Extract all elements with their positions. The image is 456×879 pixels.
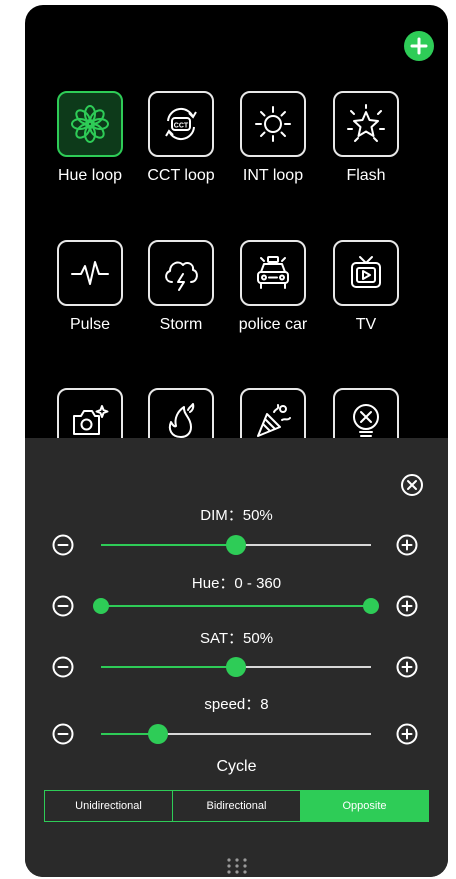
dim-slider-thumb[interactable] — [226, 535, 246, 555]
sat-slider-thumb[interactable] — [226, 657, 246, 677]
hue-slider-start-thumb[interactable] — [93, 598, 109, 614]
hue-range-slider[interactable] — [93, 598, 379, 614]
effect-flash[interactable]: Flash — [321, 91, 411, 185]
hue-slider-fill — [101, 605, 371, 607]
plus-circle-icon — [396, 595, 418, 617]
sun-icon — [255, 106, 291, 142]
effect-label: police car — [238, 316, 308, 333]
heartbeat-icon — [71, 261, 109, 285]
effect-tile[interactable]: CCT — [148, 91, 214, 157]
effect-label: Flash — [346, 167, 386, 184]
cycle-option-opposite[interactable]: Opposite — [301, 791, 428, 821]
hue-slider-label: Hue：0 - 360 — [191, 575, 282, 592]
cycle-option-bidirectional[interactable]: Bidirectional — [173, 791, 301, 821]
effect-label: Pulse — [69, 316, 111, 333]
fire-icon — [168, 403, 195, 438]
effect-settings-panel: DIM：50% Hue：0 - 360 SAT：50% speed：8 Cycl… — [25, 438, 448, 877]
broken-bulb-icon — [353, 404, 379, 437]
effect-storm[interactable]: Storm — [136, 240, 226, 334]
minus-circle-icon — [52, 656, 74, 678]
hue-slider-end-thumb[interactable] — [363, 598, 379, 614]
effect-tile[interactable] — [57, 240, 123, 306]
effect-tile[interactable] — [333, 240, 399, 306]
party-popper-icon — [257, 404, 291, 437]
storm-cloud-icon — [165, 261, 198, 291]
sparkle-star-icon — [347, 104, 385, 142]
effect-tile[interactable] — [240, 240, 306, 306]
effect-label: Hue loop — [57, 167, 123, 184]
dim-decrease-button[interactable] — [52, 534, 74, 556]
effect-label: INT loop — [242, 167, 304, 184]
sat-increase-button[interactable] — [396, 656, 418, 678]
dim-slider[interactable] — [101, 535, 371, 555]
effect-police-car[interactable]: police car — [228, 240, 318, 334]
dots-grip-icon — [227, 858, 247, 874]
dim-increase-button[interactable] — [396, 534, 418, 556]
cct-cycle-icon: CCT — [165, 107, 197, 141]
effect-tv[interactable]: TV — [321, 240, 411, 334]
effect-tile[interactable] — [148, 240, 214, 306]
dim-slider-label: DIM：50% — [200, 507, 273, 524]
speed-slider-label: speed：8 — [204, 696, 269, 713]
effect-tile[interactable] — [57, 91, 123, 157]
speed-slider-thumb[interactable] — [147, 724, 168, 744]
effect-hue-loop[interactable]: Hue loop — [45, 91, 135, 185]
minus-circle-icon — [52, 534, 74, 556]
plus-circle-icon — [396, 723, 418, 745]
close-panel-button[interactable] — [400, 473, 424, 497]
svg-text:CCT: CCT — [174, 123, 189, 130]
hue-decrease-button[interactable] — [52, 595, 74, 617]
cycle-title: Cycle — [216, 758, 257, 775]
app-screen: Hue loop CCT CCT loop INT loop Flash Pul… — [25, 5, 448, 877]
effect-label: CCT loop — [147, 167, 215, 184]
effect-label: TV — [355, 316, 377, 333]
effect-int-loop[interactable]: INT loop — [228, 91, 318, 185]
sat-slider-label: SAT：50% — [199, 630, 274, 647]
add-effect-button[interactable] — [404, 31, 434, 61]
dim-slider-fill — [101, 544, 236, 546]
close-circle-icon — [401, 474, 423, 496]
plus-circle-icon — [396, 656, 418, 678]
cycle-option-unidirectional[interactable]: Unidirectional — [45, 791, 173, 821]
hue-increase-button[interactable] — [396, 595, 418, 617]
police-car-icon — [257, 256, 289, 289]
sat-slider-fill — [101, 666, 236, 668]
tv-icon — [351, 256, 381, 288]
minus-circle-icon — [52, 595, 74, 617]
effect-tile[interactable] — [240, 91, 306, 157]
minus-circle-icon — [52, 723, 74, 745]
sat-slider[interactable] — [101, 657, 371, 677]
speed-increase-button[interactable] — [396, 723, 418, 745]
flower-icon — [71, 105, 109, 143]
speed-decrease-button[interactable] — [52, 723, 74, 745]
effect-tile[interactable] — [333, 91, 399, 157]
effect-cct-loop[interactable]: CCT CCT loop — [136, 91, 226, 185]
effect-pulse[interactable]: Pulse — [45, 240, 135, 334]
speed-slider[interactable] — [101, 724, 371, 744]
plus-icon — [410, 37, 428, 55]
effect-label: Storm — [159, 316, 203, 333]
drag-handle[interactable] — [221, 856, 253, 876]
camera-sparkle-icon — [73, 405, 109, 435]
cycle-mode-selector: Unidirectional Bidirectional Opposite — [44, 790, 429, 822]
plus-circle-icon — [396, 534, 418, 556]
sat-decrease-button[interactable] — [52, 656, 74, 678]
